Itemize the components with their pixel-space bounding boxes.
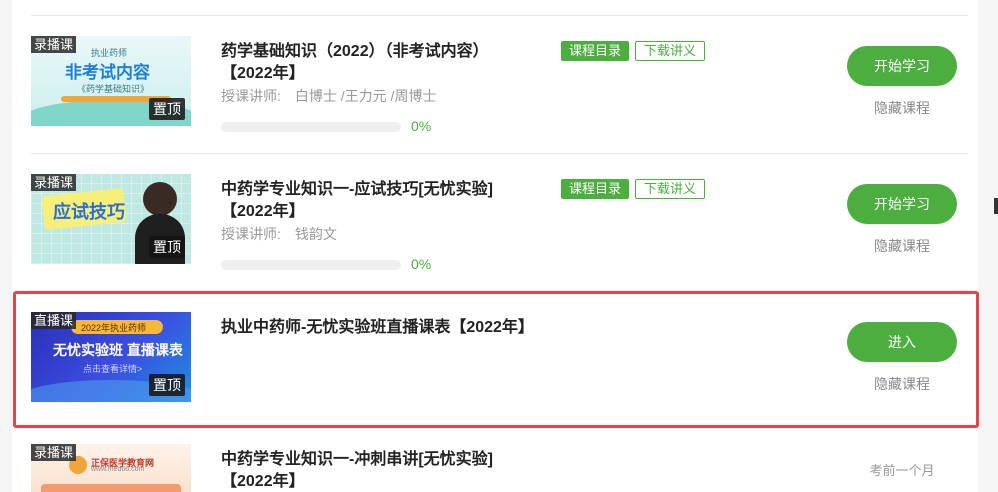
course-title[interactable]: 中药学专业知识一-应试技巧[无忧实验] 【2022年】 [221, 179, 493, 223]
teacher-label: 授课讲师: [221, 226, 281, 242]
divider [31, 15, 968, 16]
teacher-info: 授课讲师: 白博士 /王力元 /周博士 [221, 86, 436, 106]
thumb-sub-text: 《药学基础知识》 [77, 84, 150, 94]
course-item: 执业药师 非考试内容 《药学基础知识》 录播课 置顶 药学基础知识（2022）（… [31, 36, 968, 136]
course-thumbnail[interactable]: 正保医学教育网 www.med66.com 录播课 [31, 444, 191, 492]
teacher-label: 授课讲师: [221, 88, 281, 104]
pin-badge: 置顶 [149, 236, 185, 258]
thumb-main-text: 应试技巧 [53, 202, 125, 222]
course-title-line2[interactable]: 【2022年】 [221, 63, 489, 85]
course-thumbnail[interactable]: 应试技巧 录播课 置顶 [31, 174, 191, 264]
teacher-info: 授课讲师: 钱韵文 [221, 224, 337, 244]
course-title-line1[interactable]: 中药学专业知识一-冲刺串讲[无忧实验] [221, 449, 493, 471]
course-title[interactable]: 药学基础知识（2022）（非考试内容） 【2022年】 [221, 41, 489, 85]
pin-badge: 置顶 [149, 98, 185, 120]
exam-time-note: 考前一个月 [869, 463, 935, 478]
hide-course-link[interactable]: 隐藏课程 [847, 236, 957, 256]
thumb-site: www.med66.com [91, 466, 145, 473]
scrollbar-thumb[interactable] [994, 198, 998, 214]
course-thumbnail[interactable]: 执业药师 非考试内容 《药学基础知识》 录播课 置顶 [31, 36, 191, 126]
course-title-line2[interactable]: 【2022年】 [221, 471, 493, 492]
progress-bar [221, 122, 401, 132]
start-learning-button[interactable]: 开始学习 [847, 46, 957, 86]
course-title[interactable]: 中药学专业知识一-冲刺串讲[无忧实验] 【2022年】 [221, 449, 493, 492]
course-type-badge: 录播课 [31, 174, 77, 191]
course-item: 正保医学教育网 www.med66.com 录播课 中药学专业知识一-冲刺串讲[… [31, 444, 968, 492]
course-title-line1[interactable]: 药学基础知识（2022）（非考试内容） [221, 41, 489, 63]
teacher-names: 钱韵文 [294, 226, 337, 242]
course-title-line1[interactable]: 中药学专业知识一-应试技巧[无忧实验] [221, 179, 493, 201]
start-learning-button[interactable]: 开始学习 [847, 184, 957, 224]
course-type-badge: 录播课 [31, 444, 77, 461]
download-handout-tag[interactable]: 下载讲义 [635, 41, 706, 61]
course-catalog-tag[interactable]: 课程目录 [561, 41, 630, 61]
course-type-badge: 录播课 [31, 36, 77, 53]
course-catalog-tag[interactable]: 课程目录 [561, 179, 630, 199]
highlight-box [13, 291, 979, 428]
course-item: 应试技巧 录播课 置顶 中药学专业知识一-应试技巧[无忧实验] 【2022年】 … [31, 174, 968, 274]
progress-percent: 0% [411, 118, 432, 134]
thumb-decoration [41, 484, 181, 492]
thumb-main-text: 非考试内容 [65, 63, 150, 82]
divider [31, 153, 968, 154]
progress-bar [221, 260, 401, 270]
download-handout-tag[interactable]: 下载讲义 [635, 179, 706, 199]
progress-percent: 0% [411, 256, 432, 272]
teacher-photo-head [143, 182, 177, 216]
course-title-line2[interactable]: 【2022年】 [221, 201, 493, 223]
hide-course-link[interactable]: 隐藏课程 [847, 98, 957, 118]
teacher-names: 白博士 /王力元 /周博士 [294, 88, 437, 104]
